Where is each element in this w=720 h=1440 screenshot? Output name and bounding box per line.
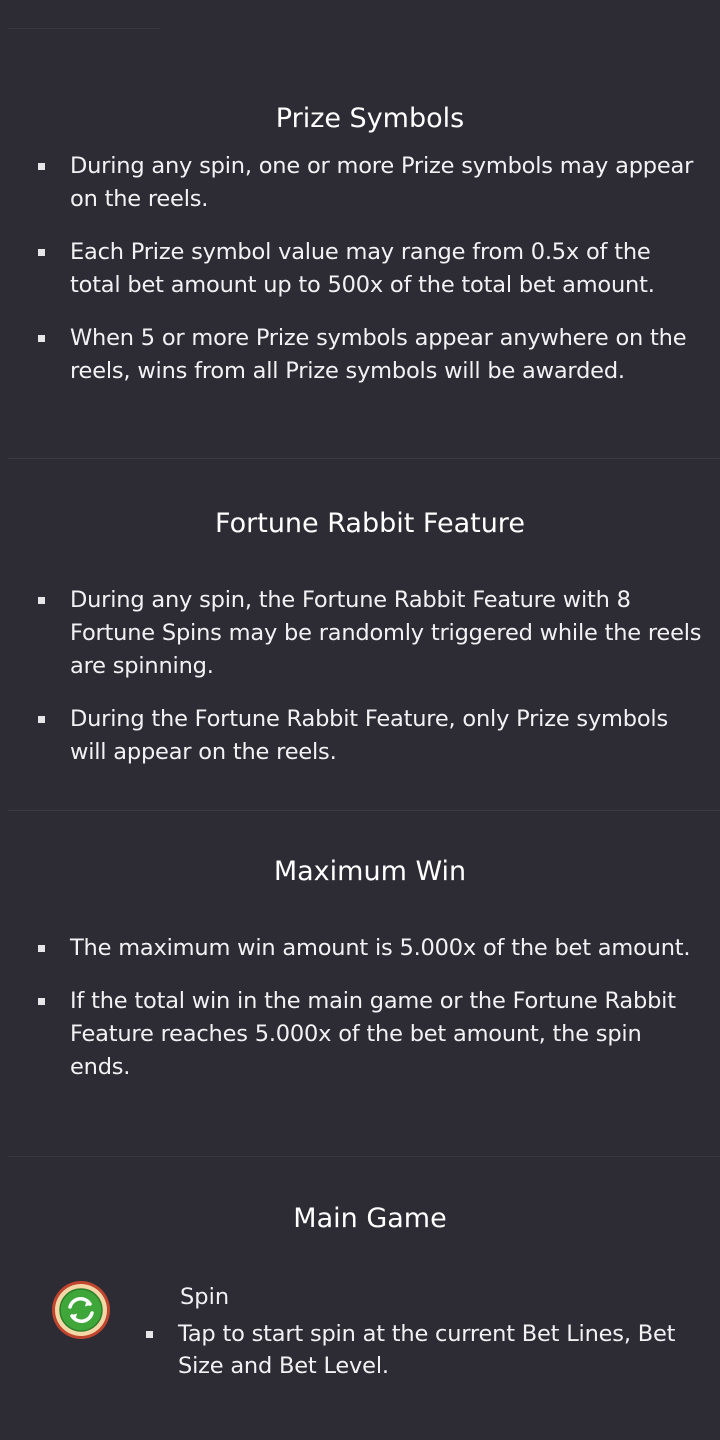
list-item: When 5 or more Prize symbols appear anyw… bbox=[0, 322, 720, 388]
list-item: Each Prize symbol value may range from 0… bbox=[0, 236, 720, 302]
section-title-main-game: Main Game bbox=[293, 1203, 447, 1234]
fortune-rabbit-list: During any spin, the Fortune Rabbit Feat… bbox=[0, 584, 720, 769]
bullet-marker bbox=[38, 163, 45, 170]
section-title-prize-symbols: Prize Symbols bbox=[275, 103, 465, 134]
bullet-marker bbox=[38, 945, 45, 952]
spin-description: Tap to start spin at the current Bet Lin… bbox=[146, 1318, 698, 1382]
bullet-marker bbox=[38, 998, 45, 1005]
list-item: During the Fortune Rabbit Feature, only … bbox=[0, 703, 720, 769]
list-item: During any spin, one or more Prize symbo… bbox=[0, 150, 720, 216]
spin-label: Spin bbox=[180, 1284, 230, 1310]
bullet-marker bbox=[146, 1331, 153, 1338]
section-divider bbox=[8, 1156, 720, 1157]
section-divider bbox=[8, 810, 720, 811]
section-divider bbox=[8, 458, 720, 459]
top-divider bbox=[8, 28, 160, 29]
prize-symbols-list: During any spin, one or more Prize symbo… bbox=[0, 150, 720, 388]
section-title-maximum-win: Maximum Win bbox=[273, 856, 467, 887]
bullet-marker bbox=[38, 335, 45, 342]
spin-info-block: Spin Tap to start spin at the current Be… bbox=[0, 1278, 720, 1398]
list-item: The maximum win amount is 5.000x of the … bbox=[0, 932, 720, 965]
spin-button-icon bbox=[52, 1281, 110, 1339]
list-item: If the total win in the main game or the… bbox=[0, 985, 720, 1084]
maximum-win-list: The maximum win amount is 5.000x of the … bbox=[0, 932, 720, 1084]
list-item: During any spin, the Fortune Rabbit Feat… bbox=[0, 584, 720, 683]
section-title-fortune-rabbit-feature: Fortune Rabbit Feature bbox=[215, 508, 525, 539]
bullet-marker bbox=[38, 249, 45, 256]
bullet-marker bbox=[38, 716, 45, 723]
bullet-marker bbox=[38, 597, 45, 604]
